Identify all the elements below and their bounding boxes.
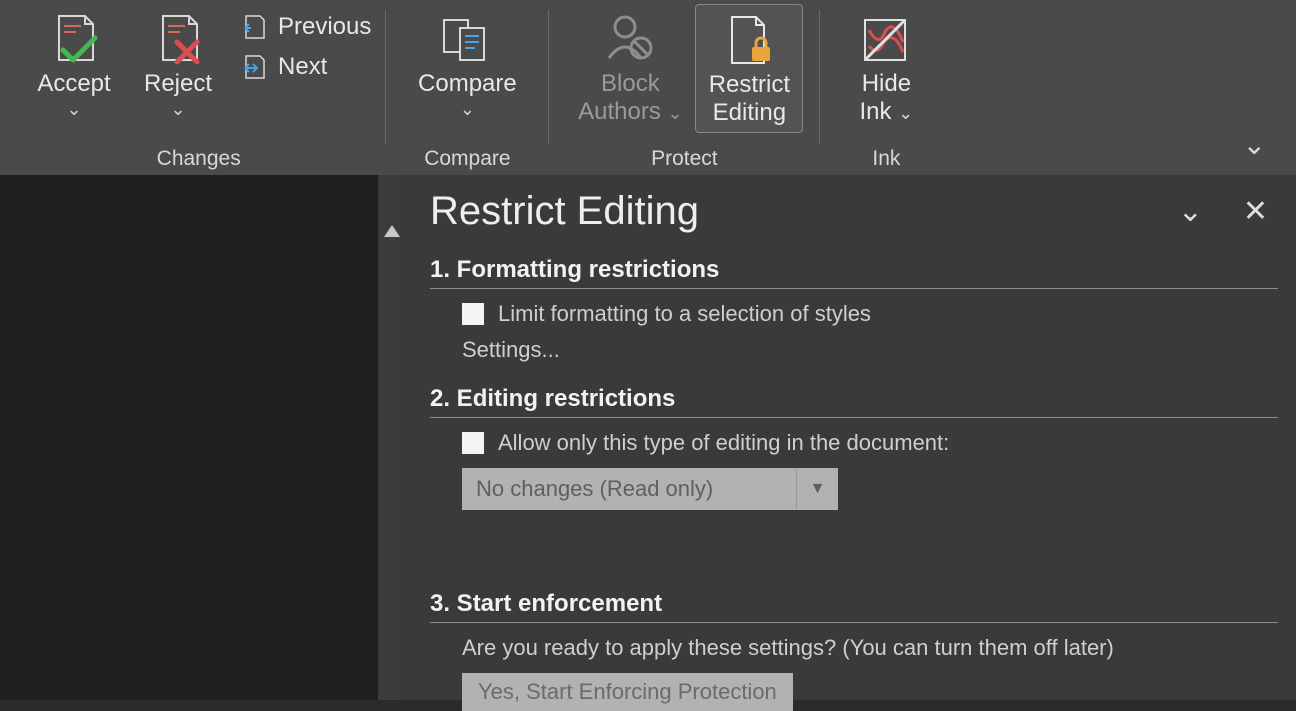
group-label-ink: Ink bbox=[872, 147, 900, 175]
compare-icon bbox=[438, 10, 496, 68]
hide-ink-button[interactable]: Hide Ink ⌄ bbox=[836, 4, 936, 125]
reject-icon bbox=[149, 10, 207, 68]
separator bbox=[819, 10, 820, 145]
reject-button[interactable]: Reject ⌄ bbox=[126, 4, 230, 118]
document-area bbox=[0, 175, 400, 700]
formatting-settings-link[interactable]: Settings... bbox=[430, 337, 1278, 363]
restrict-editing-label: Restrict Editing bbox=[709, 71, 790, 126]
group-changes: Accept ⌄ Reject ⌄ bbox=[16, 0, 375, 175]
enforcement-prompt: Are you ready to apply these settings? (… bbox=[430, 635, 1278, 661]
accept-label: Accept bbox=[37, 70, 110, 98]
previous-label: Previous bbox=[278, 13, 371, 41]
collapse-ribbon-icon[interactable]: ⌄ bbox=[1243, 128, 1266, 161]
next-button[interactable]: Next bbox=[236, 52, 375, 82]
chevron-down-icon: ⌄ bbox=[66, 100, 81, 118]
group-label-changes: Changes bbox=[157, 147, 241, 175]
divider bbox=[430, 417, 1278, 418]
group-protect: Block Authors ⌄ Restrict Editing bbox=[559, 0, 809, 175]
accept-icon bbox=[45, 10, 103, 68]
restrict-editing-icon bbox=[720, 11, 778, 69]
block-authors-icon bbox=[601, 10, 659, 68]
limit-formatting-label: Limit formatting to a selection of style… bbox=[498, 301, 871, 327]
panel-title: Restrict Editing bbox=[430, 189, 699, 234]
next-icon bbox=[240, 53, 268, 81]
section-editing-head: 2. Editing restrictions bbox=[430, 385, 1278, 413]
close-icon[interactable]: ✕ bbox=[1243, 197, 1268, 227]
chevron-down-icon: ⌄ bbox=[170, 100, 185, 118]
section-enforcement-head: 3. Start enforcement bbox=[430, 590, 1278, 618]
section-formatting-head: 1. Formatting restrictions bbox=[430, 256, 1278, 284]
compare-label: Compare bbox=[418, 70, 517, 98]
allow-editing-label: Allow only this type of editing in the d… bbox=[498, 430, 949, 456]
editing-type-value: No changes (Read only) bbox=[476, 476, 713, 502]
previous-icon bbox=[240, 13, 268, 41]
dropdown-arrow-icon: ▼ bbox=[796, 468, 838, 510]
group-label-protect: Protect bbox=[651, 147, 718, 175]
panel-options-icon[interactable]: ⌄ bbox=[1178, 197, 1203, 227]
divider bbox=[430, 622, 1278, 623]
editing-type-dropdown: No changes (Read only) ▼ bbox=[462, 468, 838, 510]
group-ink: Hide Ink ⌄ Ink bbox=[830, 0, 942, 175]
hide-ink-icon bbox=[857, 10, 915, 68]
ribbon: Accept ⌄ Reject ⌄ bbox=[0, 0, 1296, 175]
chevron-down-icon: ⌄ bbox=[460, 100, 475, 118]
reject-label: Reject bbox=[144, 70, 212, 98]
accept-button[interactable]: Accept ⌄ bbox=[22, 4, 126, 118]
group-compare: Compare ⌄ Compare bbox=[396, 0, 538, 175]
separator bbox=[385, 10, 386, 145]
separator bbox=[548, 10, 549, 145]
group-label-compare: Compare bbox=[424, 147, 510, 175]
restrict-editing-button[interactable]: Restrict Editing bbox=[695, 4, 803, 133]
limit-formatting-checkbox[interactable] bbox=[462, 303, 484, 325]
scrollbar[interactable] bbox=[378, 175, 400, 700]
block-authors-label: Block Authors ⌄ bbox=[578, 70, 682, 125]
hide-ink-label: Hide Ink ⌄ bbox=[859, 70, 913, 125]
next-label: Next bbox=[278, 53, 327, 81]
block-authors-button[interactable]: Block Authors ⌄ bbox=[565, 4, 695, 125]
allow-editing-checkbox[interactable] bbox=[462, 432, 484, 454]
restrict-editing-panel: Restrict Editing ⌄ ✕ 1. Formatting restr… bbox=[400, 175, 1296, 700]
divider bbox=[430, 288, 1278, 289]
previous-button[interactable]: Previous bbox=[236, 12, 375, 42]
compare-button[interactable]: Compare ⌄ bbox=[402, 4, 532, 118]
start-enforcing-button: Yes, Start Enforcing Protection bbox=[462, 673, 793, 711]
scroll-up-arrow-icon[interactable] bbox=[384, 225, 400, 237]
